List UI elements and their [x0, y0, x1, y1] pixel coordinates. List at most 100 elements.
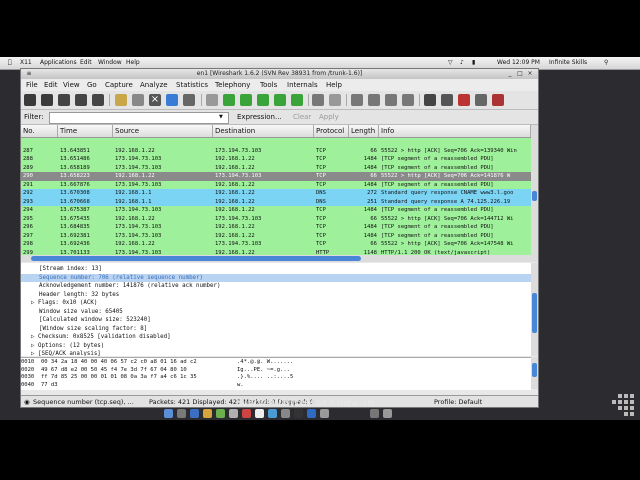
detail-tree-item[interactable]: Header length: 32 bytes: [21, 291, 531, 300]
stop-capture-icon[interactable]: [75, 94, 87, 106]
find-packet-icon[interactable]: [206, 94, 218, 106]
column-header-length[interactable]: Length: [349, 125, 379, 137]
save-file-icon[interactable]: [132, 94, 144, 106]
colorize-icon[interactable]: [312, 94, 324, 106]
spotlight-icon[interactable]: ⚲: [604, 57, 608, 69]
display-filters-icon[interactable]: [441, 94, 453, 106]
calendar-icon[interactable]: [242, 409, 251, 418]
open-file-icon[interactable]: [115, 94, 127, 106]
go-first-icon[interactable]: [274, 94, 286, 106]
packet-row[interactable]: 297 13.692381 173.194.73.103 192.168.1.22 TC…: [21, 231, 531, 240]
notes-icon[interactable]: [255, 409, 264, 418]
system-preferences-icon[interactable]: [281, 409, 290, 418]
mac-user[interactable]: Infinite Skills: [549, 57, 587, 69]
apply-button[interactable]: Apply: [319, 110, 339, 124]
interfaces-icon[interactable]: [24, 94, 36, 106]
terminal-icon[interactable]: [294, 409, 303, 418]
filter-input[interactable]: [49, 112, 229, 124]
reload-icon[interactable]: [166, 94, 178, 106]
packet-row[interactable]: 288 13.651486 173.194.73.103 192.168.1.22 TC…: [21, 155, 531, 164]
options-icon[interactable]: [41, 94, 53, 106]
detail-tree-item[interactable]: [Window size scaling factor: 8]: [21, 325, 531, 334]
scroll-thumb[interactable]: [532, 191, 537, 201]
go-to-packet-icon[interactable]: [257, 94, 269, 106]
detail-tree-item[interactable]: ▷ Checksum: 0x8525 [validation disabled]: [21, 333, 531, 342]
go-back-icon[interactable]: [223, 94, 235, 106]
facetime-icon[interactable]: [216, 409, 225, 418]
close-file-icon[interactable]: ×: [149, 94, 161, 106]
detail-tree-item[interactable]: ▷ Options: (12 bytes): [21, 342, 531, 351]
packet-row[interactable]: 293 13.670668 192.168.1.1 192.168.1.22 DNS 25…: [21, 197, 531, 206]
capture-filters-icon[interactable]: [424, 94, 436, 106]
scroll-thumb[interactable]: [532, 363, 537, 377]
detail-tree-item[interactable]: Acknowledgement number: 141876 (relative…: [21, 282, 531, 291]
clear-button[interactable]: Clear: [293, 110, 311, 124]
detail-tree-item[interactable]: ▷ [SEQ/ACK analysis]: [21, 350, 531, 356]
status-profile[interactable]: Profile: Default: [434, 396, 482, 407]
menu-file[interactable]: File: [26, 79, 38, 91]
menu-telephony[interactable]: Telephony: [215, 79, 250, 91]
close-icon[interactable]: ×: [526, 70, 534, 77]
go-last-icon[interactable]: [291, 94, 303, 106]
wireshark-dock-icon[interactable]: [307, 409, 316, 418]
autoscroll-icon[interactable]: [329, 94, 341, 106]
menu-statistics[interactable]: Statistics: [176, 79, 208, 91]
column-header-destination[interactable]: Destination: [213, 125, 314, 137]
expression-button[interactable]: Expression...: [237, 110, 282, 124]
menu-internals[interactable]: Internals: [287, 79, 318, 91]
menu-capture[interactable]: Capture: [105, 79, 133, 91]
menu-edit[interactable]: Edit: [44, 79, 58, 91]
go-forward-icon[interactable]: [240, 94, 252, 106]
menu-help[interactable]: Help: [326, 79, 342, 91]
trash-icon[interactable]: [383, 409, 392, 418]
scroll-thumb[interactable]: [532, 293, 537, 333]
print-icon[interactable]: [183, 94, 195, 106]
window-menu-icon[interactable]: ≡: [25, 70, 33, 77]
scroll-thumb[interactable]: [31, 256, 361, 261]
expert-info-icon[interactable]: ◉: [24, 396, 30, 407]
menu-go[interactable]: Go: [87, 79, 97, 91]
packet-row[interactable]: 289 13.658189 173.194.73.103 192.168.1.22 TC…: [21, 163, 531, 172]
packet-row[interactable]: 292 13.670308 192.168.1.1 192.168.1.22 DNS 27…: [21, 189, 531, 198]
zoom-in-icon[interactable]: [351, 94, 363, 106]
apple-icon[interactable]: : [8, 57, 12, 69]
finder-icon[interactable]: [164, 409, 173, 418]
zoom-normal-icon[interactable]: [385, 94, 397, 106]
minimize-icon[interactable]: _: [506, 70, 514, 77]
packet-row[interactable]: 295 13.675435 192.168.1.22 173.194.73.103 TC…: [21, 214, 531, 223]
column-header-source[interactable]: Source: [113, 125, 213, 137]
detail-tree-item[interactable]: Sequence number: 706 (relative sequence …: [21, 273, 531, 282]
mail-icon[interactable]: [203, 409, 212, 418]
details-scrollbar[interactable]: [531, 263, 538, 356]
column-header-time[interactable]: Time: [58, 125, 113, 137]
packet-row[interactable]: 296 13.684835 173.194.73.103 192.168.1.22 TC…: [21, 223, 531, 232]
x11-icon[interactable]: [320, 409, 329, 418]
column-header-protocol[interactable]: Protocol: [314, 125, 349, 137]
packet-list-hscrollbar[interactable]: [21, 255, 538, 262]
packet-row[interactable]: 287 13.643851 192.168.1.22 173.194.73.103 TC…: [21, 146, 531, 155]
menu-tools[interactable]: Tools: [260, 79, 277, 91]
safari-icon[interactable]: [190, 409, 199, 418]
detail-tree-item[interactable]: ▷ Flags: 0x10 (ACK): [21, 299, 531, 308]
zoom-out-icon[interactable]: [368, 94, 380, 106]
column-header-no[interactable]: No.: [21, 125, 58, 137]
packet-row[interactable]: [21, 138, 531, 147]
start-capture-icon[interactable]: [58, 94, 70, 106]
bytes-scrollbar[interactable]: [531, 357, 538, 389]
packet-row[interactable]: 298 13.692436 192.168.1.22 173.194.73.103 TC…: [21, 240, 531, 249]
detail-tree-item[interactable]: [Calculated window size: 523240]: [21, 316, 531, 325]
preferences-icon[interactable]: [475, 94, 487, 106]
contacts-icon[interactable]: [229, 409, 238, 418]
downloads-stack-icon[interactable]: [370, 409, 379, 418]
packet-list-scrollbar[interactable]: [531, 125, 538, 255]
menu-analyze[interactable]: Analyze: [140, 79, 168, 91]
help-icon[interactable]: [492, 94, 504, 106]
restart-capture-icon[interactable]: [92, 94, 104, 106]
packet-row[interactable]: 294 13.675387 173.194.73.103 192.168.1.22 TC…: [21, 206, 531, 215]
filter-dropdown-icon[interactable]: ▼: [219, 110, 223, 124]
app-store-icon[interactable]: [268, 409, 277, 418]
detail-tree-item[interactable]: [Stream index: 13]: [21, 265, 531, 274]
packet-row[interactable]: 291 13.667876 173.194.73.103 192.168.1.22 TC…: [21, 180, 531, 189]
menu-view[interactable]: View: [63, 79, 80, 91]
coloring-rules-icon[interactable]: [458, 94, 470, 106]
